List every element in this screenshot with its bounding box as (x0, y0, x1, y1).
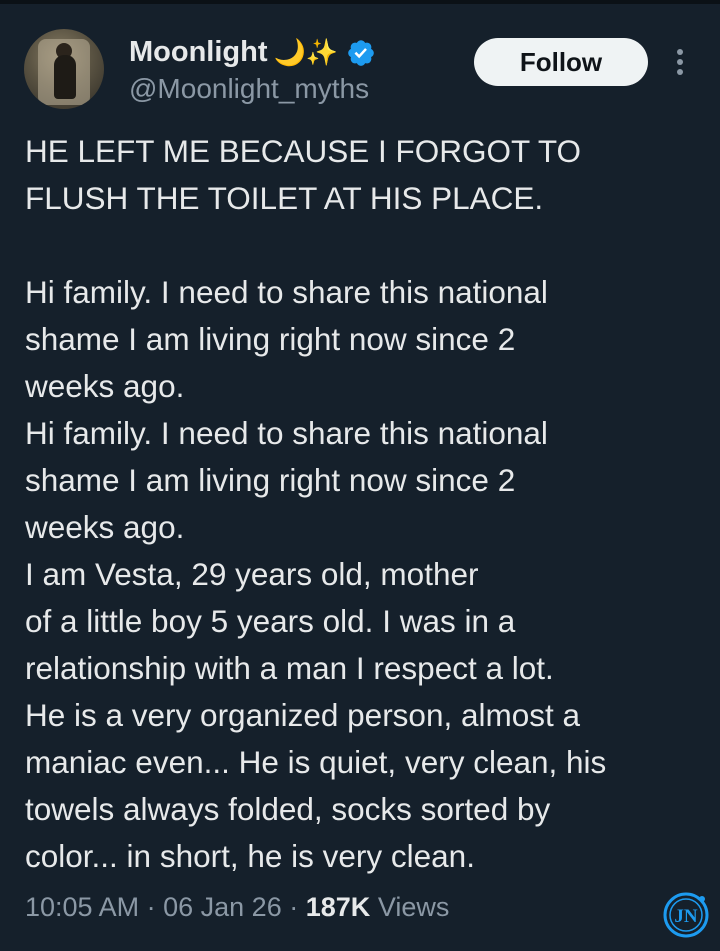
more-vertical-icon[interactable] (668, 46, 692, 78)
verified-badge-icon (348, 39, 375, 66)
tweet-meta: 10:05 AM · 06 Jan 26 · 187K Views (25, 892, 449, 923)
tweet-line: Hi family. I need to share this national (25, 415, 548, 451)
tweet-line: towels always folded, socks sorted by (25, 791, 551, 827)
tweet-line: color... in short, he is very clean. (25, 838, 475, 874)
tweet-text: HE LEFT ME BECAUSE I FORGOT TO FLUSH THE… (25, 128, 715, 880)
watermark-text: JN (674, 906, 698, 927)
top-divider (0, 0, 720, 4)
display-name[interactable]: Moonlight 🌙✨ (129, 36, 376, 69)
tweet-line: Hi family. I need to share this national (25, 274, 548, 310)
tweet-line: shame I am living right now since 2 (25, 462, 516, 498)
follow-button[interactable]: Follow (474, 38, 648, 86)
tweet-line: relationship with a man I respect a lot. (25, 650, 554, 686)
meta-separator: · (146, 892, 156, 922)
tweet-line: of a little boy 5 years old. I was in a (25, 603, 516, 639)
tweet-time[interactable]: 10:05 AM (25, 892, 139, 922)
tweet-date[interactable]: 06 Jan 26 (163, 892, 282, 922)
display-name-text: Moonlight (129, 36, 268, 68)
tweet-line: maniac even... He is quiet, very clean, … (25, 744, 607, 780)
tweet-line: shame I am living right now since 2 (25, 321, 516, 357)
views-count[interactable]: 187K (306, 892, 371, 922)
jn-watermark-logo: JN (663, 892, 709, 938)
user-handle[interactable]: @Moonlight_myths (129, 73, 369, 105)
views-label[interactable]: Views (378, 892, 450, 922)
tweet-line: HE LEFT ME BECAUSE I FORGOT TO (25, 133, 582, 169)
name-emojis: 🌙✨ (273, 37, 339, 67)
tweet-line: He is a very organized person, almost a (25, 697, 581, 733)
tweet-line: FLUSH THE TOILET AT HIS PLACE. (25, 180, 544, 216)
tweet-line: weeks ago. (25, 368, 185, 404)
avatar[interactable] (24, 29, 104, 109)
tweet-line: I am Vesta, 29 years old, mother (25, 556, 479, 592)
avatar-photo-figure (54, 55, 76, 99)
tweet-line: weeks ago. (25, 509, 185, 545)
meta-separator: · (289, 892, 299, 922)
